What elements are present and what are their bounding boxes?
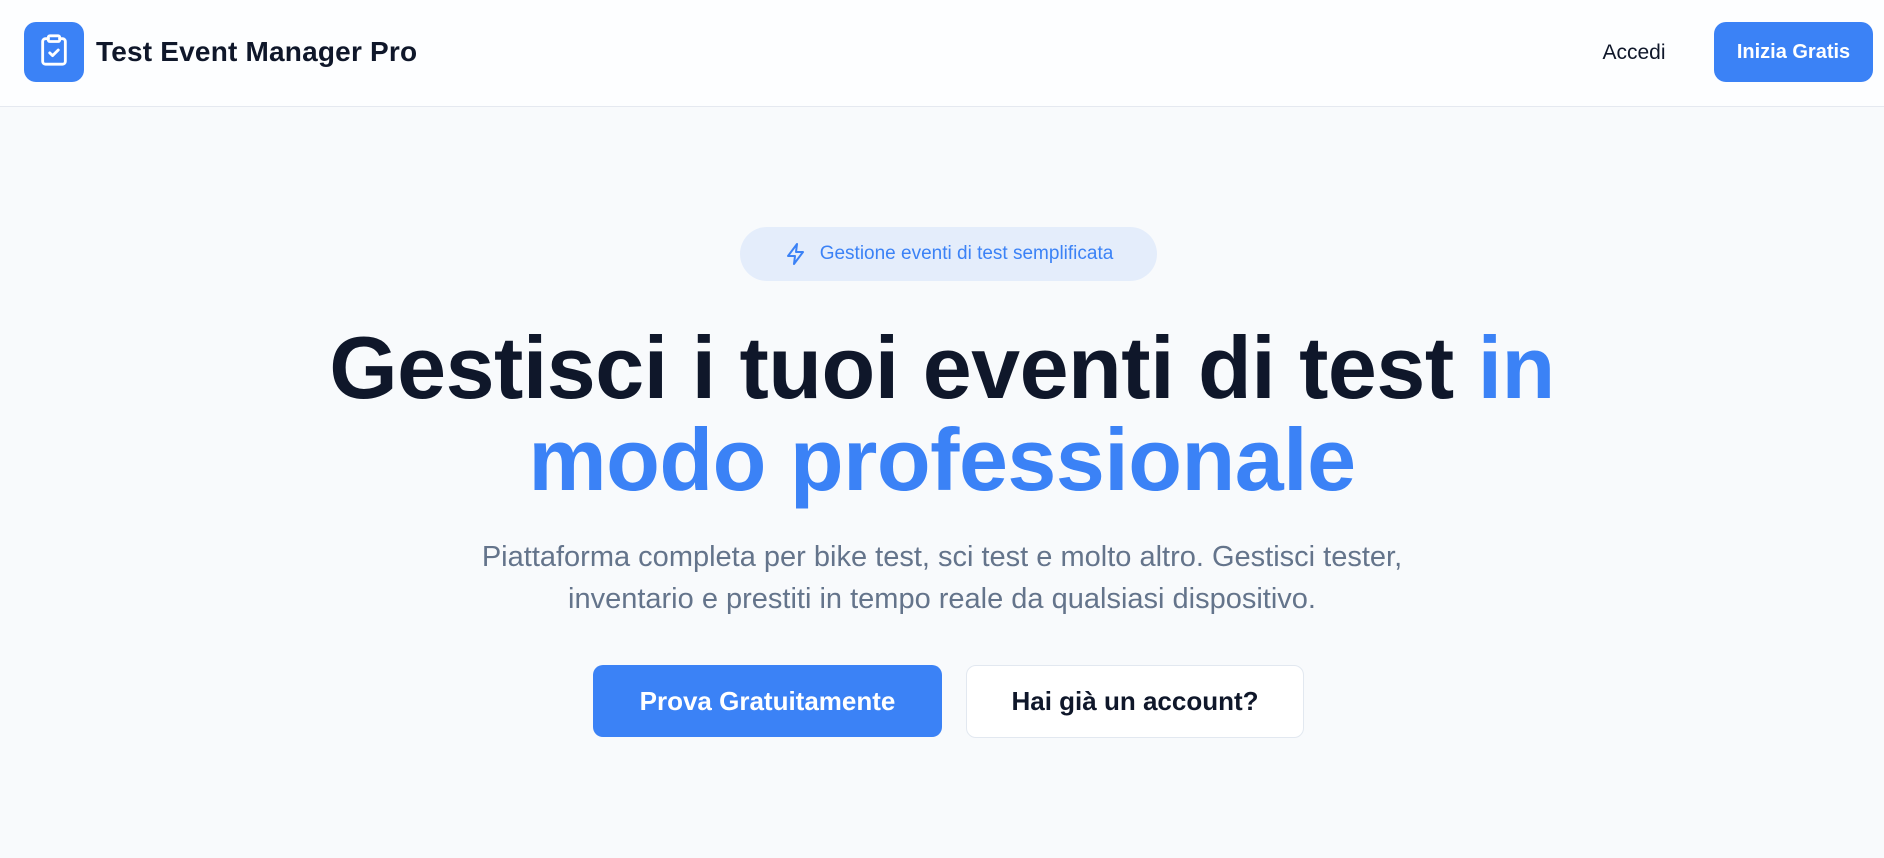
try-free-button[interactable]: Prova Gratuitamente xyxy=(593,665,942,737)
login-link[interactable]: Accedi xyxy=(1586,41,1682,65)
existing-account-button[interactable]: Hai già un account? xyxy=(966,665,1304,738)
feature-badge-text: Gestione eventi di test semplificata xyxy=(819,243,1114,264)
start-free-button[interactable]: Inizia Gratis xyxy=(1714,22,1873,82)
hero-subtitle: Piattaforma completa per bike test, sci … xyxy=(481,541,1403,615)
top-navbar: Test Event Manager Pro Accedi Inizia Gra… xyxy=(0,0,1884,107)
brand-name[interactable]: Test Event Manager Pro xyxy=(96,36,417,68)
lightning-icon xyxy=(784,242,808,266)
logo[interactable] xyxy=(24,22,84,82)
feature-badge: Gestione eventi di test semplificata xyxy=(740,227,1157,281)
clipboard-check-icon xyxy=(37,33,71,72)
hero-title-main: Gestisci i tuoi eventi di test xyxy=(329,318,1478,417)
hero-title: Gestisci i tuoi eventi di test in modo p… xyxy=(200,322,1684,506)
